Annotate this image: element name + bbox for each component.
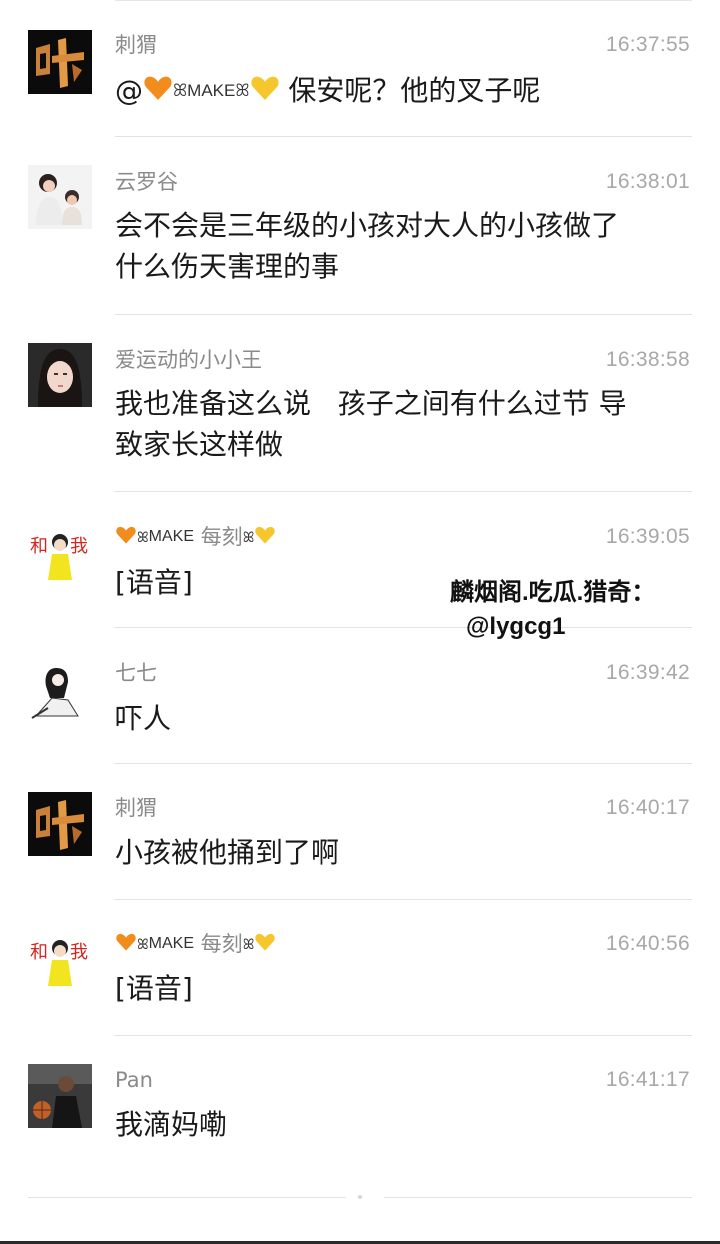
- svg-text:和: 和: [30, 942, 48, 963]
- yellow-heart-icon: [254, 524, 276, 552]
- mention-prefix: @: [115, 74, 143, 107]
- chat-message: 爱运动的小小王 16:38:58 我也准备这么说 孩子之间有什么过节 导 致家长…: [0, 315, 720, 492]
- message-text: 会不会是三年级的小孩对大人的小孩做了 什么伤天害理的事: [115, 205, 685, 287]
- message-body: 保安呢？他的叉子呢: [288, 74, 541, 107]
- watermark: 麟烟阁.吃瓜.猎奇： @lygcg1: [450, 576, 655, 644]
- chat-message: 云罗谷 16:38:01 会不会是三年级的小孩对大人的小孩做了 什么伤天害理的事: [0, 137, 720, 315]
- sender-name: Pan: [115, 1068, 153, 1092]
- orange-heart-icon: [115, 931, 137, 959]
- avatar[interactable]: [28, 30, 92, 94]
- message-time: 16:40:17: [605, 796, 690, 819]
- chat-message: Pan 16:41:17 我滴妈嘞: [0, 1036, 720, 1186]
- chat-message: 刺猬 16:40:17 小孩被他捅到了啊: [0, 764, 720, 900]
- avatar[interactable]: 和 我: [28, 522, 92, 586]
- sender-suffix: 每刻: [200, 932, 243, 956]
- message-line: 什么伤天害理的事: [115, 250, 340, 283]
- voice-message[interactable]: [语音]: [115, 968, 685, 1009]
- message-text: 我滴妈嘞: [115, 1108, 228, 1141]
- message-text: @ ꕤMAKEꕤ 保安呢？他的叉子呢: [115, 70, 685, 113]
- sender-name: 刺猬: [115, 33, 157, 57]
- message-line: 我也准备这么说 孩子之间有什么过节 导: [115, 387, 627, 420]
- watermark-line: 麟烟阁.吃瓜.猎奇：: [450, 579, 656, 606]
- bow-icon: ꕤ: [173, 81, 188, 100]
- message-line: 会不会是三年级的小孩对大人的小孩做了: [115, 209, 620, 242]
- svg-text:和: 和: [30, 536, 48, 557]
- chat-message: 和 我 ꕤMAKE 每刻ꕤ 16:40:56 [语音]: [0, 900, 720, 1036]
- avatar[interactable]: [28, 165, 92, 229]
- svg-text:我: 我: [70, 942, 88, 963]
- avatar[interactable]: 和 我: [28, 928, 92, 992]
- yellow-heart-icon: [254, 931, 276, 959]
- message-time: 16:39:42: [605, 661, 690, 684]
- message-time: 16:38:58: [605, 348, 690, 371]
- bow-icon: ꕤ: [235, 81, 250, 100]
- bow-icon: ꕤ: [242, 936, 255, 952]
- message-time: 16:39:05: [605, 525, 690, 548]
- sender-name: ꕤMAKE 每刻ꕤ: [115, 930, 276, 959]
- sender-suffix: 每刻: [200, 525, 243, 549]
- chat-message: 七七 16:39:42 吓人: [0, 628, 720, 764]
- message-text: 吓人: [115, 702, 172, 735]
- avatar[interactable]: [28, 658, 92, 722]
- sender-name: 七七: [115, 661, 157, 685]
- sender-handle: MAKE: [148, 935, 194, 952]
- avatar[interactable]: [28, 343, 92, 407]
- orange-heart-icon: [115, 524, 137, 552]
- message-line: 致家长这样做: [115, 428, 284, 461]
- message-time: 16:40:56: [605, 932, 690, 955]
- message-time: 16:37:55: [605, 33, 690, 56]
- divider: [28, 1197, 346, 1198]
- avatar[interactable]: [28, 792, 92, 856]
- svg-text:我: 我: [70, 536, 88, 557]
- bow-icon: ꕤ: [137, 936, 149, 952]
- sender-handle: MAKE: [148, 528, 194, 545]
- message-text: 我也准备这么说 孩子之间有什么过节 导 致家长这样做: [115, 383, 685, 465]
- divider: [384, 1197, 692, 1198]
- yellow-heart-icon: [250, 72, 280, 113]
- orange-heart-icon: [143, 72, 173, 113]
- message-time: 16:41:17: [605, 1068, 690, 1091]
- message-time: 16:38:01: [605, 170, 690, 193]
- bow-icon: ꕤ: [242, 529, 255, 545]
- watermark-handle: @lygcg1: [466, 613, 566, 640]
- chat-message: 刺猬 16:37:55 @ ꕤMAKEꕤ 保安呢？他的叉子呢: [0, 0, 720, 137]
- sender-name: 爱运动的小小王: [115, 348, 262, 372]
- sender-name: 云罗谷: [115, 170, 178, 194]
- mention-name[interactable]: MAKE: [187, 81, 235, 100]
- sender-name: ꕤMAKE 每刻ꕤ: [115, 523, 276, 552]
- page-indicator-dot: [358, 1195, 362, 1199]
- message-text: 小孩被他捅到了啊: [115, 836, 340, 869]
- avatar[interactable]: [28, 1064, 92, 1128]
- sender-name: 刺猬: [115, 796, 157, 820]
- bow-icon: ꕤ: [137, 529, 149, 545]
